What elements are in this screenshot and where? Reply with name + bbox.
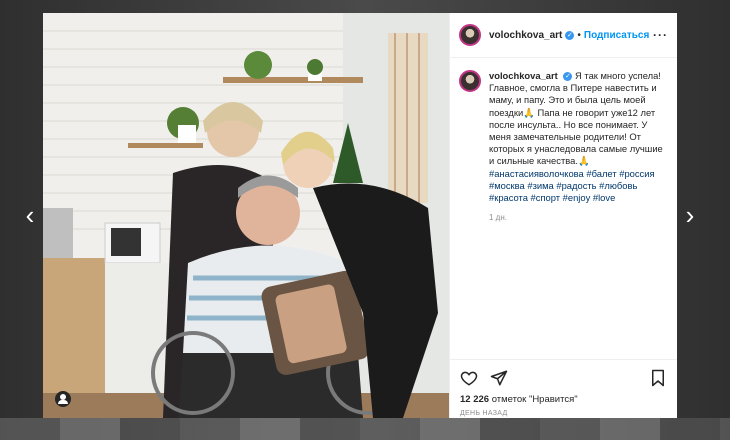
post-photo[interactable]	[43, 13, 449, 418]
post-sidebar: volochkova_art ✓ • Подписаться ··· voloc…	[449, 13, 677, 418]
avatar[interactable]	[459, 24, 481, 46]
post-date: ДЕНЬ НАЗАД	[460, 410, 508, 417]
caption: volochkova_art ✓ Я так много успела! Гла…	[489, 70, 668, 224]
header-username[interactable]: volochkova_art	[489, 30, 562, 41]
heart-icon[interactable]	[460, 369, 478, 387]
post-actions: 12 226 отметок "Нравится" ДЕНЬ НАЗАД	[450, 359, 677, 417]
likes-summary[interactable]: 12 226 отметок "Нравится"	[460, 394, 667, 405]
caption-block: volochkova_art ✓ Я так много успела! Гла…	[450, 58, 677, 224]
caption-time: 1 дн.	[489, 213, 507, 223]
background-feed-strip	[0, 418, 730, 440]
likes-label: отметок "Нравится"	[491, 394, 578, 405]
likes-count: 12 226	[460, 394, 490, 405]
caption-verified-badge-icon: ✓	[563, 72, 573, 82]
more-options-icon[interactable]: ···	[653, 28, 668, 42]
caption-username[interactable]: volochkova_art	[489, 70, 558, 81]
bookmark-icon[interactable]	[649, 369, 667, 387]
post-header: volochkova_art ✓ • Подписаться ···	[450, 13, 677, 58]
follow-separator: •	[577, 29, 581, 41]
post-modal: volochkova_art ✓ • Подписаться ··· voloc…	[43, 13, 677, 418]
caption-avatar[interactable]	[459, 70, 481, 92]
previous-post-arrow[interactable]: ‹	[20, 202, 40, 228]
verified-badge-icon: ✓	[565, 30, 575, 40]
user-tag-icon[interactable]	[55, 391, 71, 407]
family-photo-illustration	[43, 13, 449, 418]
caption-text: Я так много успела! Главное, смогла в Пи…	[489, 70, 663, 167]
paper-plane-icon[interactable]	[490, 369, 508, 387]
caption-hashtags[interactable]: #анастасияволочкова #балет #россия #моск…	[489, 168, 655, 203]
action-row	[460, 368, 667, 388]
follow-button[interactable]: Подписаться	[584, 30, 649, 41]
next-post-arrow[interactable]: ›	[680, 202, 700, 228]
